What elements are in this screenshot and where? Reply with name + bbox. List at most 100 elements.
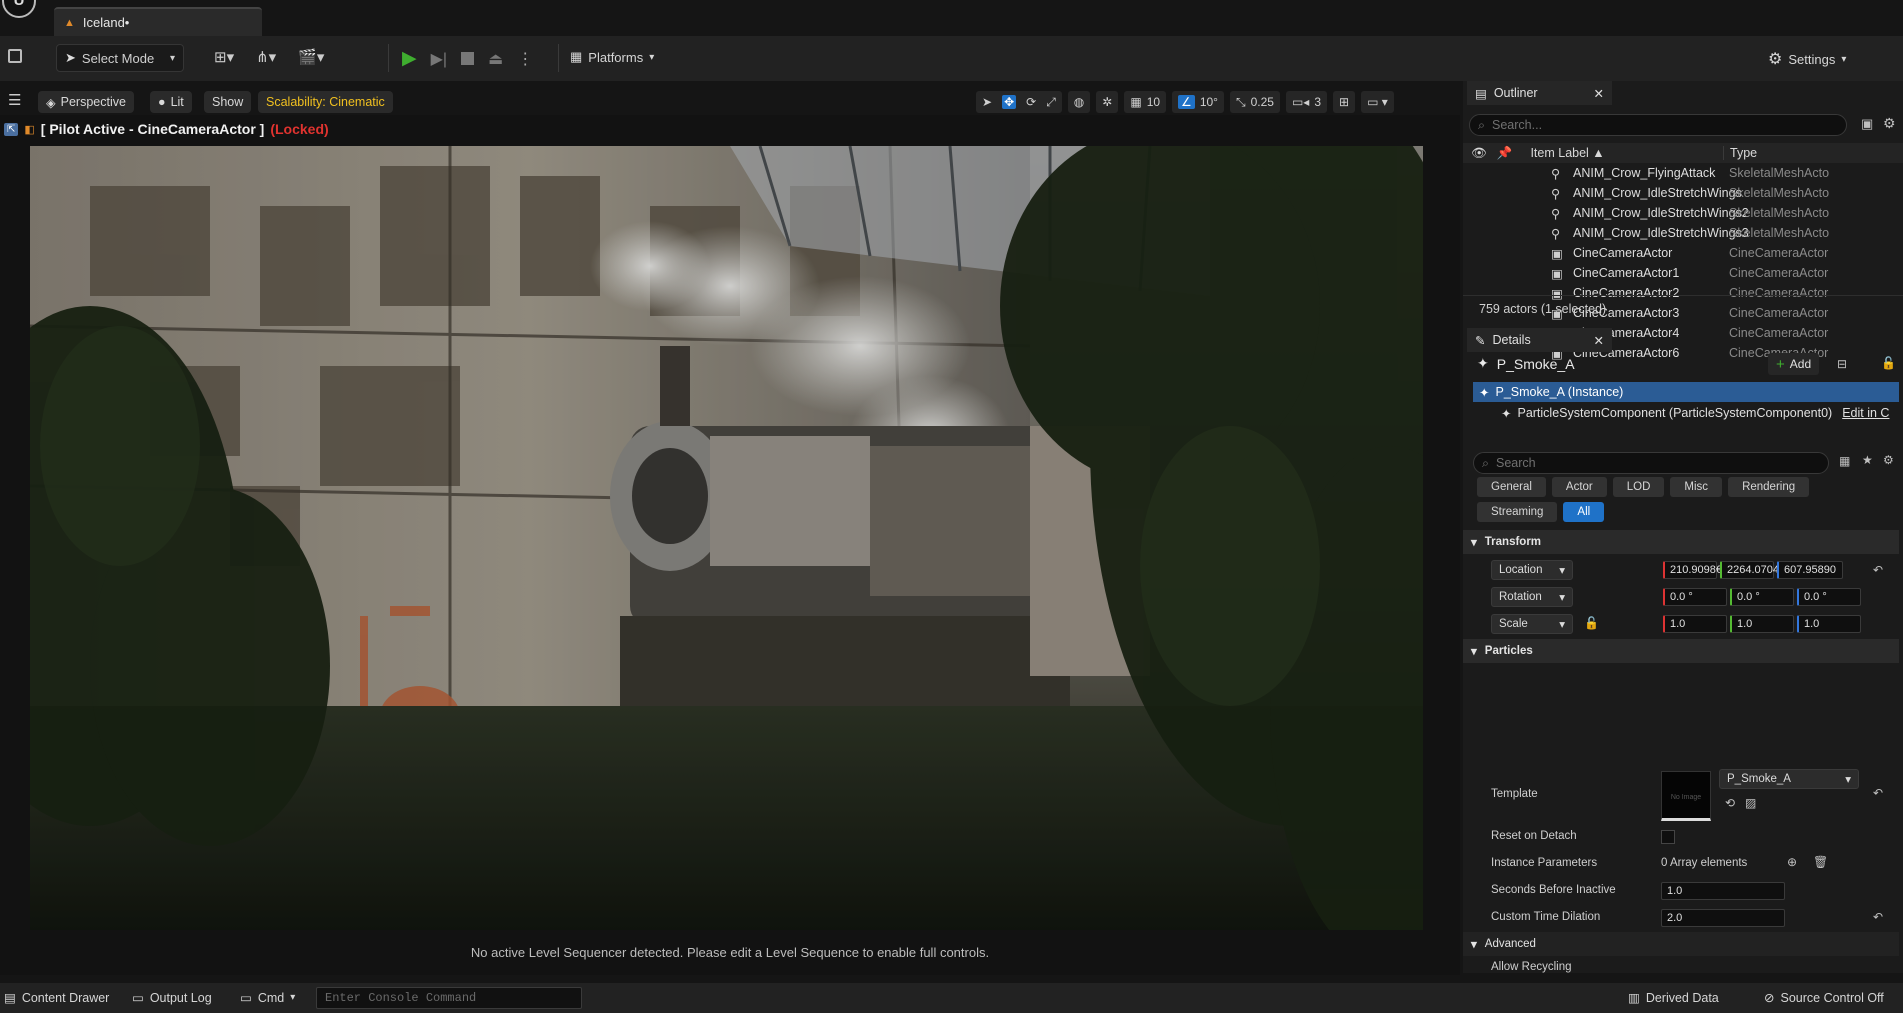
filter-lod[interactable]: LOD bbox=[1612, 477, 1665, 497]
outliner-row[interactable]: ▣ CineCameraActor2 CineCameraActor bbox=[1463, 283, 1903, 303]
pilot-icon[interactable]: ⇱ bbox=[4, 122, 19, 136]
new-folder-icon[interactable]: ▣ bbox=[1861, 116, 1873, 132]
scene-render[interactable] bbox=[30, 146, 1423, 930]
select-mode-button[interactable]: ➤ Select Mode ▾ bbox=[56, 44, 184, 72]
column-item-label[interactable]: Item Label ▲ bbox=[1530, 146, 1604, 160]
find-in-browser-icon[interactable]: ▨ bbox=[1745, 796, 1756, 810]
outliner-search-input[interactable]: ⌕ Search... bbox=[1469, 114, 1847, 136]
scale-z[interactable]: 1.0 bbox=[1797, 615, 1861, 633]
star-icon[interactable]: ★ bbox=[1862, 453, 1873, 467]
gear-icon[interactable]: ⚙ bbox=[1883, 115, 1896, 132]
outliner-row[interactable]: ⚲ ANIM_Crow_IdleStretchWings3 SkeletalMesh… bbox=[1463, 223, 1903, 243]
location-dropdown[interactable]: Location ▾ bbox=[1491, 560, 1573, 580]
close-icon[interactable]: ✕ bbox=[1594, 86, 1604, 101]
component-row[interactable]: ✦ ParticleSystemComponent (ParticleSyste… bbox=[1501, 403, 1901, 423]
grid-snap-button[interactable]: ▦ 10 bbox=[1124, 91, 1167, 113]
scale-x[interactable]: 1.0 bbox=[1663, 615, 1727, 633]
add-component-button[interactable]: + Add bbox=[1768, 353, 1820, 375]
custom-time-dilation-input[interactable]: 2.0 bbox=[1661, 909, 1785, 927]
add-actor-icon[interactable]: ⊞▾ bbox=[214, 48, 234, 66]
scale-tool-icon[interactable]: ⤢ bbox=[1046, 95, 1056, 110]
lit-button[interactable]: ● Lit bbox=[150, 91, 192, 113]
lock-icon[interactable]: 🔓 bbox=[1584, 616, 1599, 630]
reset-on-detach-checkbox[interactable] bbox=[1661, 830, 1675, 844]
surface-snap-toggle[interactable]: ✲ bbox=[1096, 91, 1119, 113]
perspective-button[interactable]: ◈ Perspective bbox=[38, 91, 134, 113]
outliner-row[interactable]: ⚲ ANIM_Crow_IdleStretchWings SkeletalMeshA… bbox=[1463, 183, 1903, 203]
cmd-dropdown[interactable]: ▭ Cmd ▾ bbox=[240, 990, 295, 1006]
blueprint-icon[interactable]: ⋔▾ bbox=[256, 48, 276, 66]
rotation-x[interactable]: 0.0 ° bbox=[1663, 588, 1727, 606]
rotation-snap-button[interactable]: ∠ 10° bbox=[1172, 91, 1224, 113]
advanced-section[interactable]: ▾ Advanced bbox=[1463, 932, 1899, 956]
filter-general[interactable]: General bbox=[1477, 477, 1546, 497]
select-tool-icon[interactable]: ➤ bbox=[982, 95, 992, 109]
gear-icon[interactable]: ⚙ bbox=[1883, 453, 1894, 467]
layout-button[interactable]: ⊞ bbox=[1333, 91, 1356, 113]
visibility-icon[interactable]: 👁 bbox=[1471, 146, 1487, 161]
camera-speed-button[interactable]: ▭◂ 3 bbox=[1285, 91, 1327, 113]
play-options-icon[interactable]: ⋮ bbox=[517, 49, 533, 69]
close-icon[interactable]: ✕ bbox=[1594, 333, 1604, 348]
add-element-icon[interactable]: ⊕ bbox=[1787, 855, 1797, 869]
filter-streaming[interactable]: Streaming bbox=[1477, 502, 1558, 522]
rotation-y[interactable]: 0.0 ° bbox=[1730, 588, 1794, 606]
lock-icon[interactable]: 🔓 bbox=[1881, 356, 1896, 370]
settings-button[interactable]: ⚙ Settings ▾ bbox=[1768, 49, 1846, 69]
table-view-icon[interactable]: ▦ bbox=[1839, 454, 1850, 468]
source-control-button[interactable]: ⊘ Source Control Off bbox=[1764, 990, 1884, 1006]
scale-snap-button[interactable]: ⤡ 0.25 bbox=[1229, 91, 1280, 113]
tab-details[interactable]: ✎ Details ✕ bbox=[1467, 328, 1612, 352]
seconds-before-inactive-input[interactable]: 1.0 bbox=[1661, 882, 1785, 900]
location-x[interactable]: 210.9098€ bbox=[1663, 561, 1722, 579]
filter-rendering[interactable]: Rendering bbox=[1728, 477, 1810, 497]
location-z[interactable]: 607.95890 bbox=[1777, 561, 1843, 579]
filter-actor[interactable]: Actor bbox=[1551, 477, 1607, 497]
play-icon[interactable]: ▶ bbox=[402, 47, 417, 70]
template-thumbnail[interactable]: No Image bbox=[1661, 771, 1711, 821]
hamburger-menu-icon[interactable]: ☰ bbox=[8, 91, 21, 109]
cinematics-icon[interactable]: 🎬▾ bbox=[298, 48, 324, 66]
edit-in-cpp-link[interactable]: Edit in C bbox=[1842, 406, 1889, 420]
template-dropdown[interactable]: P_Smoke_A ▾ bbox=[1719, 769, 1859, 789]
move-tool-icon[interactable]: ✥ bbox=[1002, 95, 1017, 109]
instance-row[interactable]: ✦ P_Smoke_A (Instance) bbox=[1473, 382, 1899, 402]
column-type[interactable]: Type bbox=[1723, 146, 1757, 160]
level-tab[interactable]: ▲ Iceland• bbox=[54, 7, 262, 36]
outliner-row[interactable]: ⚲ ANIM_Crow_IdleStretchWings2 SkeletalMesh… bbox=[1463, 203, 1903, 223]
filter-all[interactable]: All bbox=[1563, 502, 1605, 522]
show-button[interactable]: Show bbox=[204, 91, 252, 113]
outliner-row[interactable]: ▣ CineCameraActor1 CineCameraActor bbox=[1463, 263, 1903, 283]
save-icon[interactable] bbox=[8, 49, 22, 63]
rotation-dropdown[interactable]: Rotation ▾ bbox=[1491, 587, 1573, 607]
reset-arrow-icon[interactable]: ↶ bbox=[1873, 786, 1883, 800]
trash-icon[interactable]: 🗑 bbox=[1813, 855, 1828, 869]
transform-section[interactable]: ▾ Transform bbox=[1463, 530, 1899, 554]
rotation-z[interactable]: 0.0 ° bbox=[1797, 588, 1861, 606]
particles-section[interactable]: ▾ Particles bbox=[1463, 639, 1899, 663]
filter-misc[interactable]: Misc bbox=[1670, 477, 1723, 497]
browse-icon[interactable]: ⟲ bbox=[1725, 796, 1735, 810]
tab-outliner[interactable]: ▤ Outliner ✕ bbox=[1467, 81, 1612, 105]
blueprint-icon[interactable]: ⊟ bbox=[1837, 357, 1847, 371]
scalability-button[interactable]: Scalability: Cinematic bbox=[258, 91, 393, 113]
eject-icon[interactable]: ⏏ bbox=[488, 49, 503, 69]
details-search-input[interactable]: ⌕ Search bbox=[1473, 452, 1829, 474]
derived-data-button[interactable]: ▥ Derived Data bbox=[1628, 990, 1719, 1006]
outliner-row[interactable]: ⚲ ANIM_Crow_FlyingAttack SkeletalMeshActo bbox=[1463, 163, 1903, 183]
outliner-row[interactable]: ▣ CineCameraActor CineCameraActor bbox=[1463, 243, 1903, 263]
stop-icon[interactable] bbox=[461, 52, 475, 65]
rotate-tool-icon[interactable]: ⟳ bbox=[1026, 95, 1036, 109]
viewport-options-button[interactable]: ▭ ▾ bbox=[1361, 91, 1394, 113]
world-local-toggle[interactable]: ◍ bbox=[1067, 91, 1091, 113]
reset-arrow-icon[interactable]: ↶ bbox=[1873, 563, 1883, 577]
unreal-logo-icon[interactable]: U bbox=[2, 0, 36, 18]
location-y[interactable]: 2264.0704 bbox=[1720, 561, 1779, 579]
reset-arrow-icon[interactable]: ↶ bbox=[1873, 910, 1883, 924]
content-drawer-button[interactable]: ▤ Content Drawer bbox=[4, 990, 109, 1006]
console-input[interactable]: Enter Console Command bbox=[316, 987, 582, 1009]
platforms-button[interactable]: ▦ Platforms ▾ bbox=[570, 49, 654, 65]
output-log-button[interactable]: ▭ Output Log bbox=[132, 990, 212, 1006]
scale-dropdown[interactable]: Scale ▾ bbox=[1491, 614, 1573, 634]
step-icon[interactable]: ▶| bbox=[431, 49, 447, 69]
